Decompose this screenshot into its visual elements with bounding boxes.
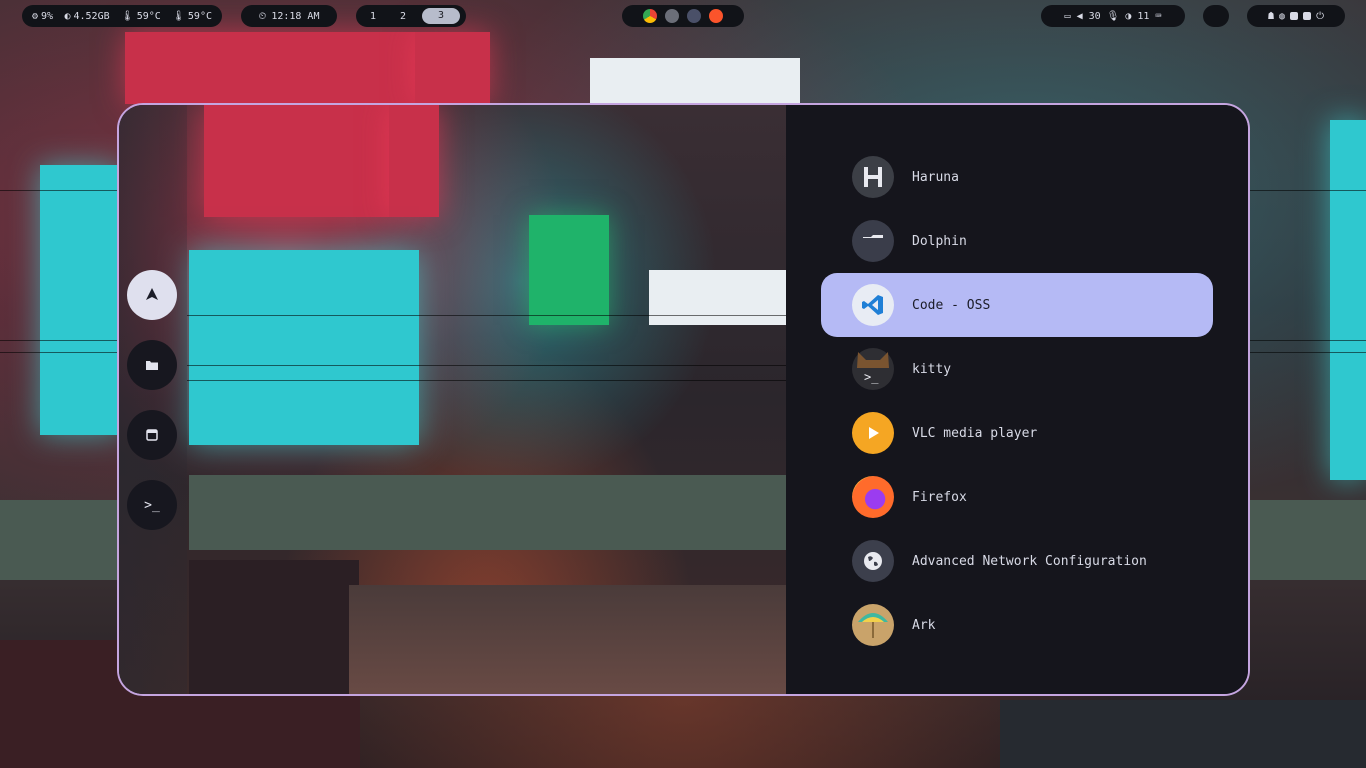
palette-icon[interactable]: ◍ <box>1279 11 1285 22</box>
arch-icon <box>145 286 159 305</box>
app-item-haruna[interactable]: Haruna <box>821 145 1213 209</box>
wallpaper-bridge <box>0 500 117 580</box>
brightness-icon[interactable]: ◑ <box>1125 11 1131 22</box>
wallpaper-sign <box>590 58 800 104</box>
brave-icon[interactable] <box>709 9 723 23</box>
dolphin-icon <box>852 220 894 262</box>
firefox-icon <box>852 476 894 518</box>
app-item-ark[interactable]: Ark <box>821 593 1213 657</box>
volume-icon[interactable]: ◀ <box>1077 11 1083 22</box>
clipboard-icon[interactable] <box>1303 12 1312 20</box>
cpu-temperature: 🌡 59°C <box>121 10 161 22</box>
brightness-level: 11 <box>1137 10 1150 22</box>
running-apps <box>622 5 744 27</box>
cpu-usage: ⚙ 9% <box>32 10 54 22</box>
app-item-code-oss[interactable]: Code - OSS <box>821 273 1213 337</box>
app-item-network-config[interactable]: Advanced Network Configuration <box>821 529 1213 593</box>
wallpaper-billboard <box>40 165 120 435</box>
gpu-temperature: 🌡 59°C <box>172 10 212 22</box>
vlc-icon <box>852 412 894 454</box>
wallpaper-preview: >_ <box>119 105 786 694</box>
files-mode-button[interactable] <box>127 340 177 390</box>
screen-icon[interactable]: ▭ <box>1065 11 1071 22</box>
volume-level: 30 <box>1088 10 1101 22</box>
ram-usage: ◐ 4.52GB <box>64 10 110 22</box>
thermometer-icon: 🌡 <box>121 10 134 22</box>
ghost-icon[interactable]: ☗ <box>1268 11 1274 22</box>
preview-sign <box>204 105 389 217</box>
wallpaper-car <box>1000 700 1366 768</box>
window-icon <box>146 426 158 445</box>
haruna-icon <box>852 156 894 198</box>
preview-sign <box>389 105 439 217</box>
kitty-icon: >_ <box>852 348 894 390</box>
system-status-pill: ⚙ 9% ◐ 4.52GB 🌡 59°C 🌡 59°C <box>22 5 222 27</box>
app-launcher: >_ Haruna Dolphin Code - OSS >_ kitty VL… <box>117 103 1250 696</box>
workspace-3[interactable]: 3 <box>422 8 460 24</box>
preview-billboard <box>189 250 419 445</box>
preview-bridge <box>189 475 786 550</box>
wallpaper-sign <box>125 32 415 104</box>
thermometer-icon: 🌡 <box>172 10 185 22</box>
preview-sign <box>649 270 786 325</box>
preview-bus <box>189 560 359 694</box>
chrome-icon[interactable] <box>643 9 657 23</box>
vscode-icon <box>852 284 894 326</box>
launcher-mode-dock: >_ <box>119 105 187 694</box>
workspace-1[interactable]: 1 <box>362 11 384 22</box>
clock-pill[interactable]: ⏲ 12:18 AM <box>241 5 337 27</box>
apps-mode-button[interactable] <box>127 270 177 320</box>
microphone-icon[interactable]: 🎙 <box>1107 11 1120 22</box>
wallpaper-billboard <box>1330 120 1366 480</box>
folder-icon <box>145 356 159 375</box>
preview-street <box>349 585 786 694</box>
app-item-firefox[interactable]: Firefox <box>821 465 1213 529</box>
system-tray: ▭ ◀ 30 🎙 ◑ 11 ⌨ <box>1041 5 1185 27</box>
windows-mode-button[interactable] <box>127 410 177 460</box>
wallpaper-bridge <box>1250 500 1366 580</box>
app-list: Haruna Dolphin Code - OSS >_ kitty VLC m… <box>786 105 1248 694</box>
clock-time: 12:18 AM <box>271 10 320 22</box>
preview-sign <box>529 215 609 325</box>
wallpaper-sign <box>415 32 490 104</box>
app-item-dolphin[interactable]: Dolphin <box>821 209 1213 273</box>
workspace-switcher: 1 2 3 <box>356 5 466 27</box>
svg-text:>_: >_ <box>864 370 879 384</box>
mouse-icon[interactable] <box>665 9 679 23</box>
moon-icon[interactable] <box>687 9 701 23</box>
terminal-icon: >_ <box>144 497 160 513</box>
app-item-vlc[interactable]: VLC media player <box>821 401 1213 465</box>
memory-icon: ◐ <box>64 10 71 22</box>
power-icon[interactable]: ⏻ <box>1316 11 1324 22</box>
power-menu: ☗ ◍ ⏻ <box>1247 5 1345 27</box>
app-item-kitty[interactable]: >_ kitty <box>821 337 1213 401</box>
network-icon <box>852 540 894 582</box>
tray-placeholder[interactable] <box>1203 5 1229 27</box>
cpu-icon: ⚙ <box>32 10 39 22</box>
keyboard-icon[interactable]: ⌨ <box>1155 11 1161 22</box>
ark-icon <box>852 604 894 646</box>
clock-icon: ⏲ <box>258 10 267 22</box>
layout-icon[interactable] <box>1290 12 1299 20</box>
run-mode-button[interactable]: >_ <box>127 480 177 530</box>
workspace-2[interactable]: 2 <box>392 11 414 22</box>
